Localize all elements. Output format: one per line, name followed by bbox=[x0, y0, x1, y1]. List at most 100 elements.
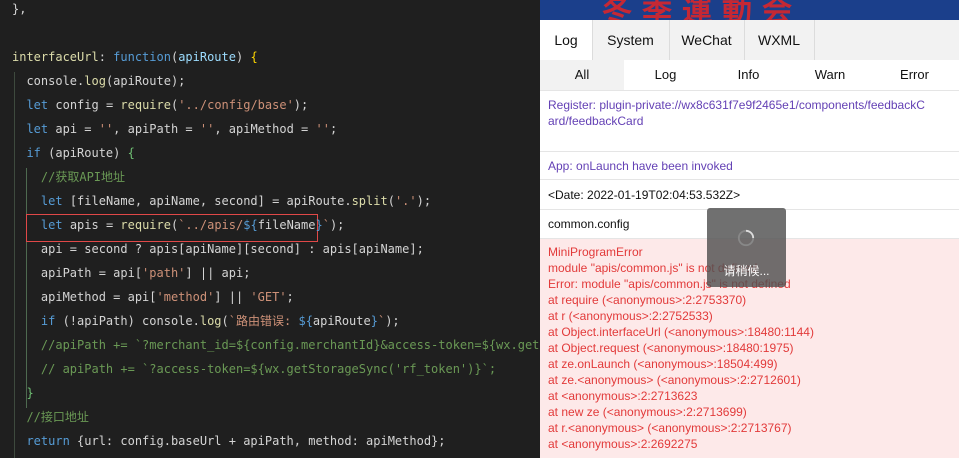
code-token: fileName bbox=[257, 218, 316, 232]
code-line[interactable]: let api = '', apiPath = '', apiMethod = … bbox=[12, 117, 337, 141]
code-token: ); bbox=[416, 194, 432, 208]
code-token: let bbox=[26, 122, 49, 136]
code-token: { bbox=[127, 146, 135, 160]
code-line[interactable]: apiMethod = api['method'] || 'GET'; bbox=[12, 285, 294, 309]
code-token: '../config/base' bbox=[178, 98, 294, 112]
code-line[interactable]: let [fileName, apiName, second] = apiRou… bbox=[12, 189, 431, 213]
loading-spinner-icon bbox=[737, 229, 755, 247]
code-token: apiPath = api[ bbox=[12, 266, 143, 280]
code-token: (apiRoute) bbox=[40, 146, 128, 160]
code-token: ] || api; bbox=[185, 266, 251, 280]
code-token: //接口地址 bbox=[12, 410, 89, 424]
code-token: let bbox=[40, 218, 63, 232]
code-token: : bbox=[98, 50, 114, 64]
error-line: at r (<anonymous>:2:2752533) bbox=[548, 309, 713, 323]
code-line[interactable]: if (apiRoute) { bbox=[12, 141, 135, 165]
code-token: ; bbox=[286, 290, 294, 304]
code-line[interactable]: //获取API地址 bbox=[12, 165, 125, 189]
error-line: at <anonymous>:2:2713623 bbox=[548, 389, 698, 403]
code-token: `../apis/ bbox=[178, 218, 244, 232]
simulator-banner: 冬季運動会 bbox=[540, 0, 959, 20]
log-register: Register: plugin-private://wx8c631f7e9f2… bbox=[548, 98, 925, 128]
filter-error[interactable]: Error bbox=[870, 60, 959, 90]
filter-all[interactable]: All bbox=[540, 60, 624, 90]
code-line[interactable]: interfaceUrl: function(apiRoute) { bbox=[12, 45, 258, 69]
log-entry: App: onLaunch have been invoked bbox=[540, 152, 959, 180]
banner-image: 冬季運動会 bbox=[602, 0, 802, 20]
code-line[interactable]: //apiPath += `?merchant_id=${config.merc… bbox=[12, 333, 540, 357]
code-token: '' bbox=[199, 122, 215, 136]
code-token: //apiPath += `?merchant_id=${config.merc… bbox=[40, 338, 540, 352]
code-line[interactable]: } bbox=[12, 381, 34, 405]
code-token: ); bbox=[293, 98, 309, 112]
console-tabs: Log System WeChat WXML bbox=[540, 20, 959, 61]
code-token: ); bbox=[329, 218, 345, 232]
code-token: , apiMethod = bbox=[214, 122, 316, 136]
code-token: require bbox=[120, 98, 171, 112]
code-token: // apiPath += `?access-token=${wx.getSto… bbox=[12, 362, 497, 376]
code-token: ( bbox=[221, 314, 229, 328]
code-token: '' bbox=[315, 122, 330, 136]
error-line: at new ze (<anonymous>:2:2713699) bbox=[548, 405, 747, 419]
code-token: '.' bbox=[394, 194, 417, 208]
error-line: at Object.request (<anonymous>:18480:197… bbox=[548, 341, 794, 355]
code-line[interactable]: // apiPath += `?access-token=${wx.getSto… bbox=[12, 357, 496, 381]
code-token: }, bbox=[12, 2, 27, 16]
code-editor[interactable]: }, interfaceUrl: function(apiRoute) { con… bbox=[0, 0, 540, 458]
code-token: {url: config.baseUrl + apiPath, method: … bbox=[69, 434, 446, 448]
filter-log[interactable]: Log bbox=[624, 60, 707, 90]
code-line[interactable]: console.log(apiRoute); bbox=[12, 69, 185, 93]
code-token: let bbox=[40, 194, 63, 208]
code-line[interactable]: return {url: config.baseUrl + apiPath, m… bbox=[12, 429, 446, 453]
tab-log[interactable]: Log bbox=[540, 20, 593, 60]
tab-system[interactable]: System bbox=[592, 20, 670, 60]
code-line[interactable]: apiPath = api['path'] || api; bbox=[12, 261, 251, 285]
code-token: split bbox=[351, 194, 388, 208]
tab-wechat[interactable]: WeChat bbox=[669, 20, 745, 60]
code-token: api = second ? apis[apiName][second] : a… bbox=[12, 242, 424, 256]
code-token: 'method' bbox=[156, 290, 215, 304]
log-entry: <Date: 2022-01-19T02:04:53.532Z> bbox=[540, 180, 959, 210]
filter-warn[interactable]: Warn bbox=[790, 60, 870, 90]
code-token: apiMethod = api[ bbox=[12, 290, 157, 304]
code-token: config = bbox=[48, 98, 121, 112]
code-token: interfaceUrl bbox=[12, 50, 99, 64]
code-token: ) bbox=[235, 50, 251, 64]
code-token: ); bbox=[385, 314, 400, 328]
code-line[interactable]: let apis = require(`../apis/${fileName}`… bbox=[12, 213, 345, 237]
code-token: ] || bbox=[214, 290, 251, 304]
code-token: } bbox=[370, 314, 378, 328]
code-token: apiRoute bbox=[312, 314, 371, 328]
code-token: function bbox=[113, 50, 171, 64]
filter-info[interactable]: Info bbox=[707, 60, 790, 90]
tab-wxml[interactable]: WXML bbox=[744, 20, 815, 60]
code-token: apis = bbox=[62, 218, 121, 232]
code-token: { bbox=[250, 50, 258, 64]
loading-text: 请稍候... bbox=[723, 264, 770, 278]
code-token: } bbox=[315, 218, 323, 232]
code-line[interactable]: let config = require('../config/base'); bbox=[12, 93, 308, 117]
code-token: ${ bbox=[298, 314, 313, 328]
error-line: at ze.onLaunch (<anonymous>:18504:499) bbox=[548, 357, 778, 371]
code-line[interactable]: //接口地址 bbox=[12, 405, 89, 429]
code-token: `路由错误: bbox=[228, 314, 299, 328]
error-line: at r.<anonymous> (<anonymous>:2:2713767) bbox=[548, 421, 792, 435]
code-token: if bbox=[40, 314, 56, 328]
code-line[interactable]: api = second ? apis[apiName][second] : a… bbox=[12, 237, 424, 261]
code-token: 'GET' bbox=[250, 290, 287, 304]
code-line[interactable]: if (!apiPath) console.log(`路由错误: ${apiRo… bbox=[12, 309, 400, 333]
loading-toast: 请稍候... bbox=[707, 208, 786, 287]
code-token: log bbox=[84, 74, 106, 88]
code-token: , apiPath = bbox=[113, 122, 200, 136]
error-line: at <anonymous>:2:2692275 bbox=[548, 437, 698, 451]
code-token: ${ bbox=[243, 218, 258, 232]
error-line: at require (<anonymous>:2:2753370) bbox=[548, 293, 747, 307]
code-token: } bbox=[26, 386, 34, 400]
code-line[interactable]: }, bbox=[12, 0, 26, 21]
code-token: ` bbox=[322, 218, 330, 232]
